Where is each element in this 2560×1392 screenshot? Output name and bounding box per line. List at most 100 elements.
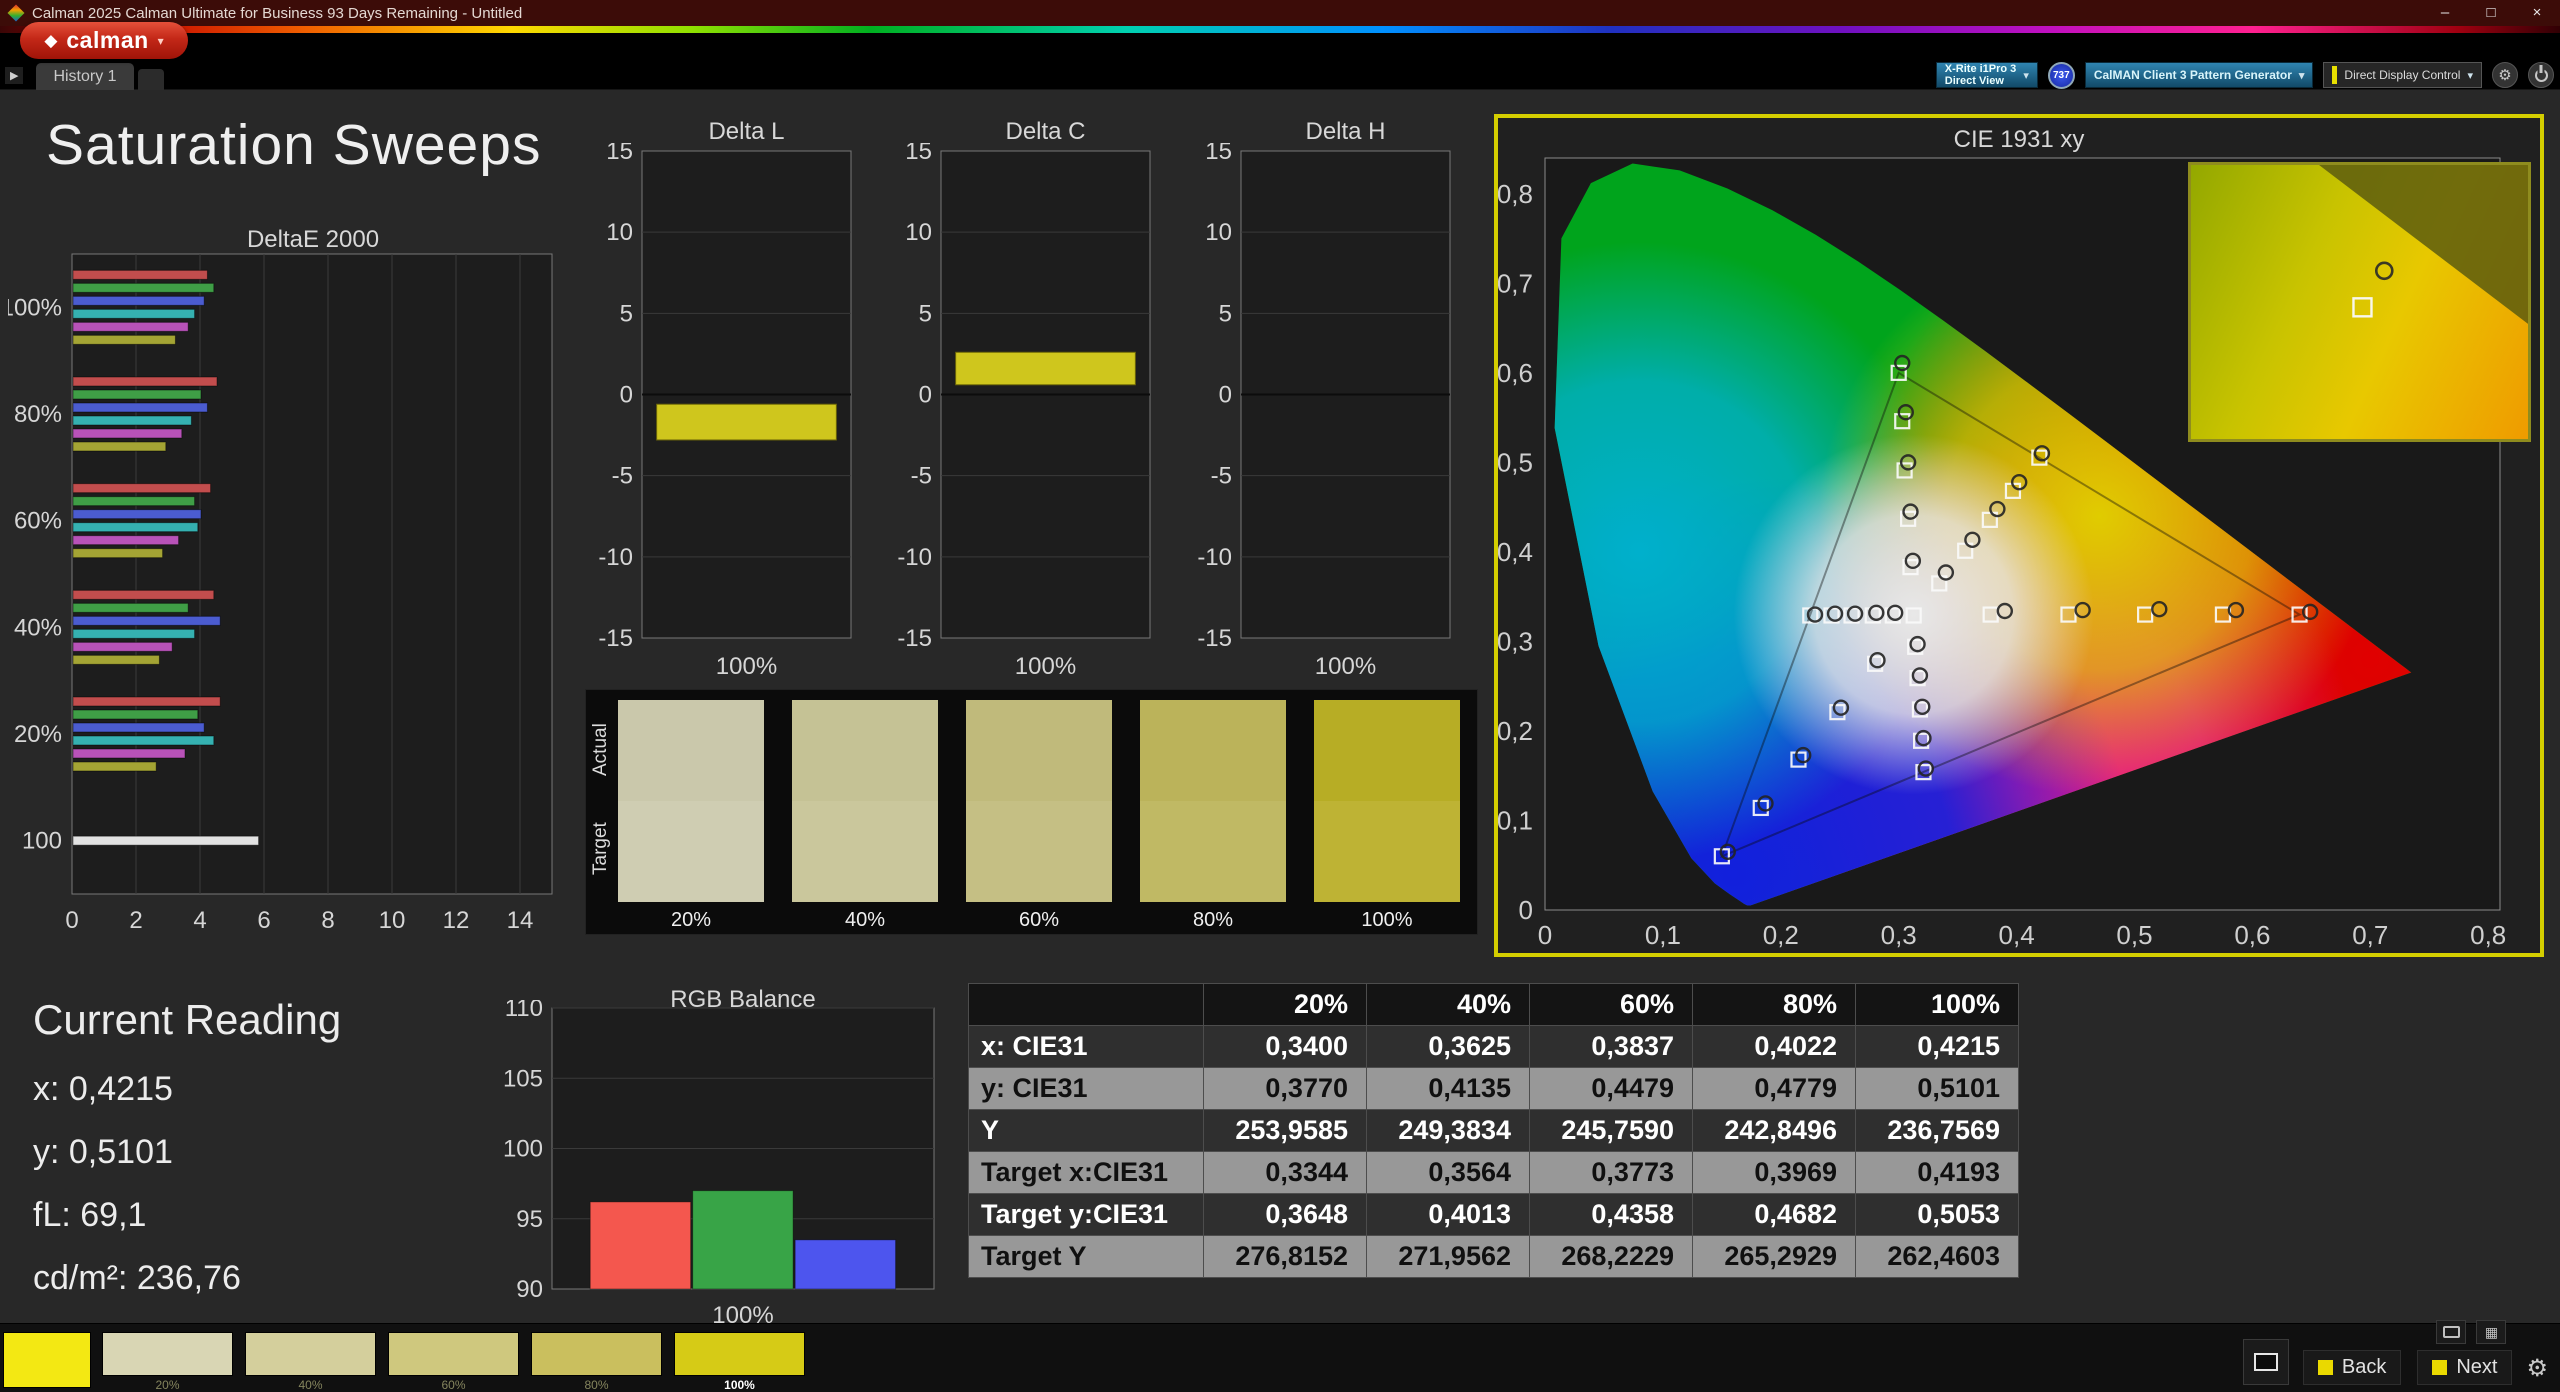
- delta-l-chart[interactable]: -15-10-5051015100%: [584, 143, 854, 708]
- svg-text:14: 14: [507, 907, 534, 934]
- svg-text:5: 5: [1219, 300, 1232, 327]
- chevron-down-icon: ▾: [2023, 69, 2029, 82]
- pattern-level-label: 40%: [245, 1376, 376, 1392]
- pattern-window-button[interactable]: [2243, 1339, 2289, 1385]
- table-cell: 0,5101: [1856, 1068, 2019, 1110]
- pattern-level-100%[interactable]: 100%: [674, 1332, 805, 1392]
- svg-text:10: 10: [379, 907, 406, 934]
- swatch-column-80%: 80%: [1140, 700, 1286, 934]
- table-cell: 236,7569: [1856, 1110, 2019, 1152]
- meter-label: X-Rite i1Pro 3 Direct View: [1945, 63, 2017, 87]
- delta-h-chart[interactable]: -15-10-5051015100%: [1183, 143, 1453, 708]
- svg-text:15: 15: [1205, 143, 1232, 165]
- table-col-header: 80%: [1693, 984, 1856, 1026]
- table-cell: 0,3344: [1204, 1152, 1367, 1194]
- svg-text:100%: 100%: [1015, 653, 1076, 680]
- pattern-color: [245, 1332, 376, 1376]
- pattern-color: [102, 1332, 233, 1376]
- pattern-level-80%[interactable]: 80%: [531, 1332, 662, 1392]
- svg-text:110: 110: [505, 1000, 543, 1022]
- rgb-balance-chart[interactable]: 9095100105110100%: [496, 1000, 941, 1345]
- reading-fl: fL: 69,1: [33, 1196, 341, 1235]
- meter-dropdown[interactable]: X-Rite i1Pro 3 Direct View ▾: [1936, 62, 2038, 88]
- row-label: y: CIE31: [969, 1068, 1204, 1110]
- svg-text:5: 5: [620, 300, 633, 327]
- table-col-header: 100%: [1856, 984, 2019, 1026]
- pattern-settings-button[interactable]: ⚙: [2526, 1354, 2552, 1385]
- svg-text:2: 2: [129, 907, 142, 934]
- svg-text:105: 105: [503, 1065, 543, 1092]
- minimize-button[interactable]: –: [2422, 0, 2468, 26]
- settings-gear-button[interactable]: ⚙: [2492, 62, 2518, 88]
- deltae2000-chart[interactable]: 02468101214100%80%60%40%20%100: [8, 248, 568, 953]
- table-col-header: 40%: [1367, 984, 1530, 1026]
- pattern-generator-label: CalMAN Client 3 Pattern Generator: [2094, 68, 2292, 82]
- svg-text:4: 4: [193, 907, 206, 934]
- pattern-generator-dropdown[interactable]: CalMAN Client 3 Pattern Generator ▾: [2085, 62, 2314, 88]
- table-cell: 0,4013: [1367, 1194, 1530, 1236]
- svg-text:0,2: 0,2: [1498, 716, 1533, 746]
- maximize-button[interactable]: □: [2468, 0, 2514, 26]
- row-label: x: CIE31: [969, 1026, 1204, 1068]
- svg-text:0: 0: [620, 382, 633, 409]
- pattern-level-label: 80%: [531, 1376, 662, 1392]
- swatch-label: 40%: [792, 902, 938, 932]
- table-cell: 276,8152: [1204, 1236, 1367, 1278]
- pattern-window-icon: [2254, 1353, 2278, 1371]
- svg-text:0,6: 0,6: [1498, 358, 1533, 388]
- expand-arrow-icon[interactable]: ▶: [5, 67, 23, 84]
- tab-stub[interactable]: [138, 69, 164, 90]
- window-controls: – □ ×: [2422, 0, 2560, 26]
- table-header-row: 20%40%60%80%100%: [969, 984, 2019, 1026]
- actual-target-swatches[interactable]: Actual Target 20%40%60%80%100%: [585, 689, 1478, 935]
- pattern-level-40%[interactable]: 40%: [245, 1332, 376, 1392]
- svg-text:60%: 60%: [14, 508, 62, 535]
- target-swatch: [966, 801, 1112, 902]
- tab-history-1[interactable]: History 1: [36, 63, 134, 90]
- svg-text:15: 15: [606, 143, 633, 165]
- current-pattern-preview: [3, 1332, 91, 1388]
- svg-text:0,8: 0,8: [2470, 920, 2506, 949]
- pattern-level-swatches: 20% 40% 60% 80% 100%: [102, 1332, 805, 1392]
- svg-text:0,7: 0,7: [1498, 268, 1533, 298]
- target-swatch: [1314, 801, 1460, 902]
- svg-text:100%: 100%: [1315, 653, 1376, 680]
- current-reading-title: Current Reading: [33, 996, 341, 1044]
- close-button[interactable]: ×: [2514, 0, 2560, 26]
- calman-menu-button[interactable]: ◆ calman ▾: [20, 22, 188, 59]
- table-row: Y253,9585249,3834245,7590242,8496236,756…: [969, 1110, 2019, 1152]
- calman-window: Calman 2025 Calman Ultimate for Business…: [0, 0, 2560, 1392]
- grid-button[interactable]: ▦: [2476, 1320, 2506, 1344]
- power-icon: [2535, 69, 2548, 82]
- next-button[interactable]: Next: [2417, 1350, 2512, 1385]
- back-button[interactable]: Back: [2303, 1350, 2401, 1385]
- table-cell: 262,4603: [1856, 1236, 2019, 1278]
- pattern-bar: 20% 40% 60% 80% 100% ▦ Back: [0, 1323, 2560, 1392]
- tab-label: History 1: [53, 68, 116, 85]
- table-cell: 0,3564: [1367, 1152, 1530, 1194]
- pattern-level-20%[interactable]: 20%: [102, 1332, 233, 1392]
- gear-icon: ⚙: [2526, 1355, 2548, 1382]
- table-cell: 249,3834: [1367, 1110, 1530, 1152]
- pattern-level-60%[interactable]: 60%: [388, 1332, 519, 1392]
- actual-swatch: [966, 700, 1112, 801]
- monitor-button[interactable]: [2436, 1320, 2466, 1344]
- pattern-bar-controls: ▦ Back Next ⚙: [2243, 1320, 2552, 1385]
- pattern-color: [674, 1332, 805, 1376]
- svg-text:5: 5: [919, 300, 932, 327]
- target-swatch: [792, 801, 938, 902]
- nav-stack: ▦ Back Next: [2303, 1320, 2513, 1385]
- svg-text:0,6: 0,6: [2234, 920, 2270, 949]
- current-reading: Current Reading x: 0,4215 y: 0,5101 fL: …: [33, 996, 341, 1322]
- svg-text:0,2: 0,2: [1763, 920, 1799, 949]
- cie-chart-panel[interactable]: CIE 1931 xy 000,10,10,20,20,30,30,40,40,…: [1494, 114, 2544, 957]
- power-button[interactable]: [2528, 62, 2554, 88]
- table-cell: 265,2929: [1693, 1236, 1856, 1278]
- display-control-label: Direct Display Control: [2344, 68, 2460, 82]
- pattern-tool-icons: ▦: [2436, 1320, 2506, 1344]
- results-table: 20%40%60%80%100%x: CIE310,34000,36250,38…: [968, 983, 2019, 1278]
- swatch-column-100%: 100%: [1314, 700, 1460, 934]
- table-row: x: CIE310,34000,36250,38370,40220,4215: [969, 1026, 2019, 1068]
- delta-c-chart[interactable]: -15-10-5051015100%: [883, 143, 1153, 708]
- display-control-dropdown[interactable]: Direct Display Control ▾: [2323, 62, 2482, 88]
